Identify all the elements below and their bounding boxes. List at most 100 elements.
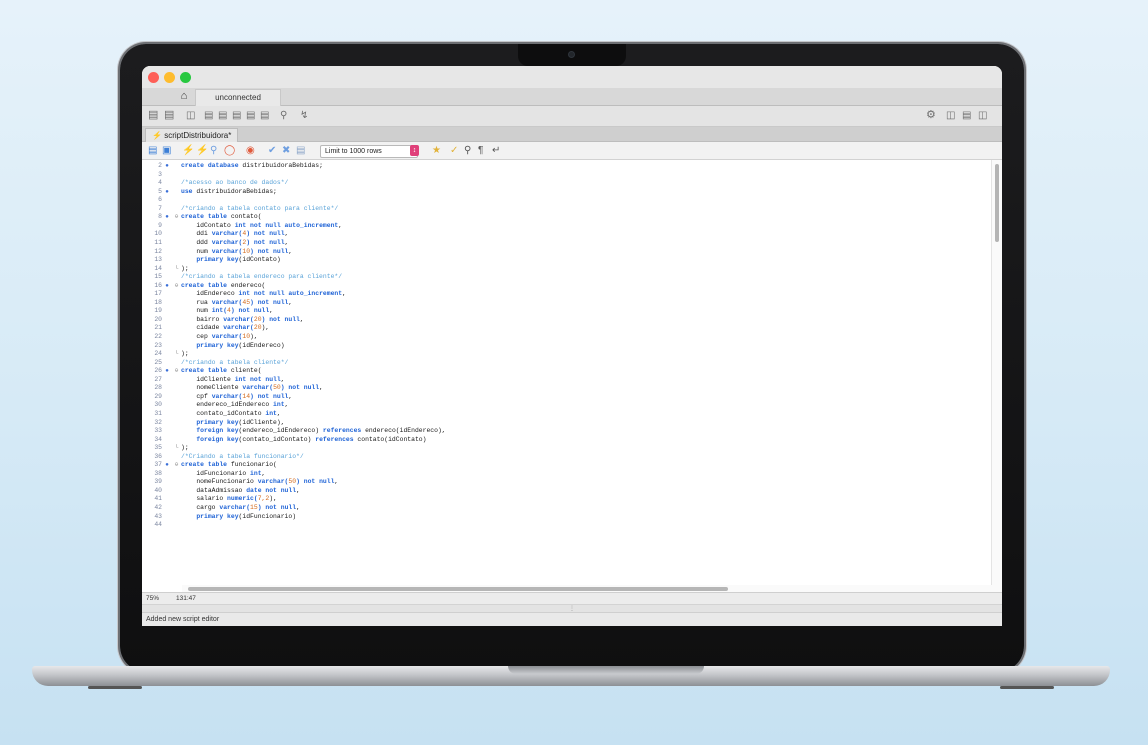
code-token: endereco(: [230, 281, 266, 289]
line-number: 19: [154, 307, 162, 315]
code-line[interactable]: 32 primary key(idCliente),: [142, 419, 992, 428]
code-line[interactable]: 3: [142, 171, 992, 180]
wrap-lines-icon[interactable]: ↵: [492, 145, 500, 156]
code-line[interactable]: 14 └);: [142, 265, 992, 274]
code-line[interactable]: 8 ● ⊖ create table contato(: [142, 213, 992, 222]
code-line[interactable]: 23 primary key(idEndereco): [142, 342, 992, 351]
commit-icon[interactable]: ✔: [268, 145, 276, 156]
statement-marker-icon: ●: [165, 461, 169, 469]
toggle-output-panel-icon[interactable]: ▤: [962, 110, 971, 121]
code-line[interactable]: 4 /*acesso ao banco de dados*/: [142, 179, 992, 188]
code-line[interactable]: 39 nomeFuncionario varchar(50) not null,: [142, 478, 992, 487]
vertical-scrollbar[interactable]: [991, 160, 1002, 592]
toggle-secondary-sidebar-icon[interactable]: ◫: [978, 110, 987, 121]
code-line[interactable]: 43 primary key(idFuncionario): [142, 513, 992, 522]
code-line[interactable]: 18 rua varchar(45) not null,: [142, 299, 992, 308]
create-view-icon[interactable]: ▤: [232, 110, 241, 121]
code-line[interactable]: 44: [142, 521, 992, 530]
code-line[interactable]: 25 /*criando a tabela cliente*/: [142, 359, 992, 368]
code-line[interactable]: 30 endereco_idEndereco int,: [142, 401, 992, 410]
open-file-icon[interactable]: ▤: [148, 145, 157, 156]
find-icon[interactable]: ⚲: [464, 145, 471, 156]
rollback-icon[interactable]: ✖: [282, 145, 290, 156]
sql-editor[interactable]: 2 ● create database distribuidoraBebidas; 3…: [142, 160, 1002, 592]
vertical-scroll-thumb[interactable]: [995, 164, 999, 242]
save-script-icon[interactable]: ▣: [162, 145, 171, 156]
execute-icon[interactable]: ⚡: [182, 145, 194, 156]
chevron-down-icon[interactable]: ↕: [410, 145, 419, 156]
code-line[interactable]: 35 └);: [142, 444, 992, 453]
line-number: 31: [154, 409, 162, 417]
code-line[interactable]: 12 num varchar(10) not null,: [142, 248, 992, 257]
fold-toggle-icon[interactable]: └: [172, 350, 181, 359]
create-procedure-icon[interactable]: ▤: [246, 110, 255, 121]
code-line[interactable]: 33 foreign key(endereco_idEndereco) refe…: [142, 427, 992, 436]
horizontal-scrollbar[interactable]: [182, 585, 992, 592]
code-line[interactable]: 41 salario numeric(7,2),: [142, 495, 992, 504]
explain-icon[interactable]: ⚲: [210, 145, 217, 156]
toggle-sidebar-icon[interactable]: ◫: [946, 110, 955, 121]
code-line[interactable]: 24 └);: [142, 350, 992, 359]
fold-toggle-icon[interactable]: └: [172, 444, 181, 453]
execute-current-statement-icon[interactable]: ⚡: [196, 145, 208, 156]
create-function-icon[interactable]: ▤: [260, 110, 269, 121]
code-line[interactable]: 5 ● use distribuidoraBebidas;: [142, 188, 992, 197]
code-line[interactable]: 7 /*criando a tabela contato para cliente…: [142, 205, 992, 214]
code-token: contato_idContato: [181, 409, 266, 417]
tab-script[interactable]: ⚡ scriptDistribuidora*: [145, 128, 239, 142]
code-line[interactable]: 11 ddd varchar(2) not null,: [142, 239, 992, 248]
code-line[interactable]: 6: [142, 196, 992, 205]
open-sql-script-icon[interactable]: ▤: [164, 110, 174, 121]
code-line[interactable]: 10 ddi varchar(4) not null,: [142, 230, 992, 239]
home-icon[interactable]: ⌂: [178, 90, 190, 102]
create-schema-icon[interactable]: ▤: [204, 110, 213, 121]
code-line[interactable]: 28 nomeCliente varchar(50) not null,: [142, 384, 992, 393]
code-line[interactable]: 27 idCliente int not null,: [142, 376, 992, 385]
code-line[interactable]: 42 cargo varchar(15) not null,: [142, 504, 992, 513]
limit-rows-select[interactable]: Limit to 1000 rows: [320, 145, 418, 158]
fold-toggle-icon[interactable]: ⊖: [172, 367, 181, 376]
invisible-characters-icon[interactable]: ¶: [478, 145, 483, 156]
code-line[interactable]: 13 primary key(idContato): [142, 256, 992, 265]
code-line[interactable]: 36 /*Criando a tabela funcionario*/: [142, 453, 992, 462]
gear-icon[interactable]: ⚙: [926, 110, 936, 121]
code-line[interactable]: 22 cep varchar(10),: [142, 333, 992, 342]
stop-icon[interactable]: ◯: [224, 145, 235, 156]
inspector-icon[interactable]: ◫: [186, 110, 195, 121]
code-line[interactable]: 21 cidade varchar(20),: [142, 324, 992, 333]
code-line[interactable]: 37 ● ⊖ create table funcionario(: [142, 461, 992, 470]
fold-toggle-icon[interactable]: ⊖: [172, 461, 181, 470]
toggle-continue-on-error-icon[interactable]: ◉: [246, 145, 255, 156]
tab-unconnected[interactable]: unconnected: [195, 89, 281, 106]
code-line[interactable]: 31 contato_idContato int,: [142, 410, 992, 419]
code-token: contato(idContato): [357, 435, 427, 443]
reconnect-icon[interactable]: ↯: [300, 110, 308, 121]
close-window-button[interactable]: [148, 72, 159, 83]
autocommit-icon[interactable]: ▤: [296, 145, 305, 156]
code-line[interactable]: 17 idEndereco int not null auto_incremen…: [142, 290, 992, 299]
brush-icon[interactable]: ✓: [450, 145, 458, 156]
beautify-icon[interactable]: ★: [432, 145, 441, 156]
fold-toggle-icon[interactable]: ⊖: [172, 213, 181, 222]
zoom-level[interactable]: 75%: [146, 593, 159, 604]
code-line[interactable]: 40 dataAdmissao date not null,: [142, 487, 992, 496]
create-table-icon[interactable]: ▤: [218, 110, 227, 121]
code-line[interactable]: 9 idContato int not null auto_increment,: [142, 222, 992, 231]
code-line[interactable]: 26 ● ⊖ create table cliente(: [142, 367, 992, 376]
fold-toggle-icon[interactable]: ⊖: [172, 282, 181, 291]
horizontal-scroll-thumb[interactable]: [188, 587, 728, 591]
code-token: /*acesso ao banco de dados*/: [181, 179, 289, 187]
new-sql-tab-icon[interactable]: ▤: [148, 110, 158, 121]
code-line[interactable]: 16 ● ⊖ create table endereco(: [142, 282, 992, 291]
code-line[interactable]: 29 cpf varchar(14) not null,: [142, 393, 992, 402]
code-line[interactable]: 19 num int(4) not null,: [142, 307, 992, 316]
minimize-window-button[interactable]: [164, 72, 175, 83]
search-table-data-icon[interactable]: ⚲: [280, 110, 287, 121]
code-line[interactable]: 38 idFuncionario int,: [142, 470, 992, 479]
fold-toggle-icon[interactable]: └: [172, 265, 181, 274]
code-line[interactable]: 20 bairro varchar(20) not null,: [142, 316, 992, 325]
code-line[interactable]: 15 /*criando a tabela endereco para clien…: [142, 273, 992, 282]
code-line[interactable]: 34 foreign key(contato_idContato) refere…: [142, 436, 992, 445]
code-line[interactable]: 2 ● create database distribuidoraBebidas;: [142, 162, 992, 171]
zoom-window-button[interactable]: [180, 72, 191, 83]
